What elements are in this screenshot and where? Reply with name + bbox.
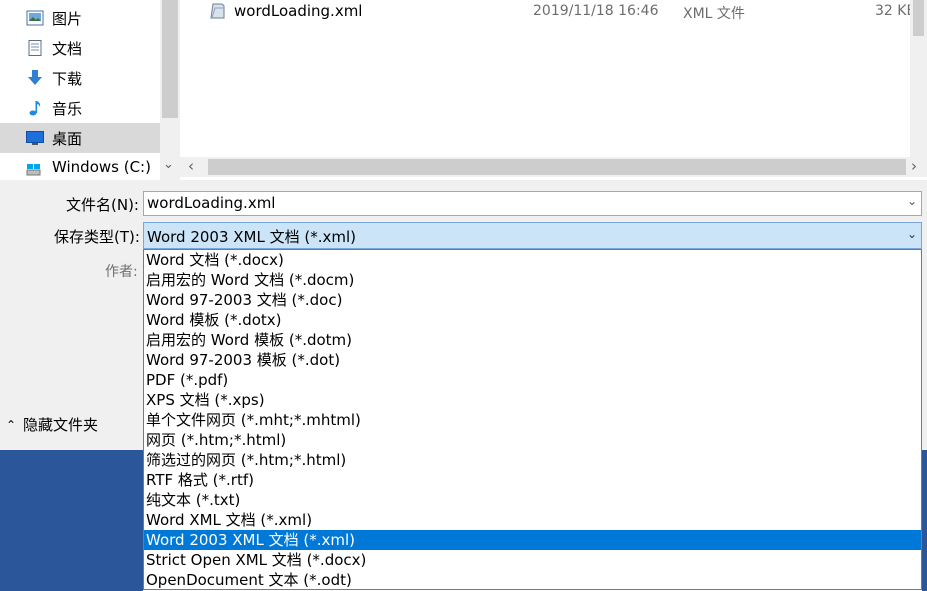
list-item[interactable]: RTF 格式 (*.rtf) (144, 470, 921, 490)
list-item[interactable]: 网页 (*.htm;*.html) (144, 430, 921, 450)
list-item[interactable]: Word 文档 (*.docx) (144, 250, 921, 270)
list-item-selected[interactable]: Word 2003 XML 文档 (*.xml) (144, 530, 921, 550)
sidebar-item-label: Windows (C:) (52, 158, 151, 176)
filetype-dropdown-list: Word 文档 (*.docx) 启用宏的 Word 文档 (*.docm) W… (143, 249, 922, 590)
list-item[interactable]: Word 97-2003 模板 (*.dot) (144, 350, 921, 370)
chevron-down-icon[interactable]: ⌄ (907, 194, 917, 208)
filetype-select[interactable]: Word 2003 XML 文档 (*.xml) ⌄ (143, 222, 922, 249)
scroll-right-icon[interactable]: › (911, 157, 917, 175)
list-item[interactable]: Word 模板 (*.dotx) (144, 310, 921, 330)
file-type: XML 文件 (683, 6, 745, 22)
list-item[interactable]: 筛选过的网页 (*.htm;*.html) (144, 450, 921, 470)
list-item[interactable]: XPS 文档 (*.xps) (144, 390, 921, 410)
sidebar-item-documents[interactable]: 文档 (0, 33, 160, 63)
chevron-down-icon[interactable]: ⌄ (907, 227, 917, 241)
file-list-scrollbar[interactable] (910, 0, 927, 157)
list-item[interactable]: 纯文本 (*.txt) (144, 490, 921, 510)
list-item[interactable]: PDF (*.pdf) (144, 370, 921, 390)
pictures-icon (26, 10, 44, 26)
file-date: 2019/11/18 16:46 (533, 3, 659, 19)
sidebar-item-label: 桌面 (52, 130, 83, 148)
list-item[interactable]: 单个文件网页 (*.mht;*.mhtml) (144, 410, 921, 430)
sidebar-item-desktop[interactable]: 桌面 (0, 123, 160, 153)
hide-folders-button[interactable]: ⌃ 隐藏文件夹 (3, 414, 98, 435)
horizontal-scrollbar[interactable]: ‹ › (180, 157, 927, 177)
filetype-label: 保存类型(T): (54, 228, 140, 246)
file-row[interactable]: wordLoading.xml 2019/11/18 16:46 XML 文件 … (180, 0, 927, 26)
filename-field[interactable]: wordLoading.xml ⌄ (143, 191, 922, 216)
author-label: 作者: (105, 264, 138, 280)
nav-scroll-thumb[interactable] (162, 0, 178, 118)
filetype-value: Word 2003 XML 文档 (*.xml) (147, 228, 357, 246)
sidebar-item-label: 音乐 (52, 100, 83, 118)
sidebar-item-label: 图片 (52, 10, 83, 28)
list-item[interactable]: 启用宏的 Word 模板 (*.dotm) (144, 330, 921, 350)
sidebar-item-label: 下载 (52, 70, 83, 88)
nav-scrollbar[interactable] (160, 0, 180, 180)
navigation-pane: 图片 文档 下载 音乐 桌面 Windows (C:) (0, 0, 160, 180)
sidebar-item-pictures[interactable]: 图片 (0, 3, 160, 33)
word-background-edge (922, 450, 927, 591)
file-list-scroll-thumb[interactable] (913, 0, 924, 36)
file-name: wordLoading.xml (234, 2, 363, 20)
horizontal-scroll-thumb[interactable] (208, 159, 906, 175)
scroll-left-icon[interactable]: ‹ (188, 157, 194, 175)
list-item[interactable]: Word XML 文档 (*.xml) (144, 510, 921, 530)
music-icon (26, 100, 44, 116)
chevron-up-icon: ⌃ (5, 417, 17, 432)
list-item[interactable]: OpenDocument 文本 (*.odt) (144, 570, 921, 590)
sidebar-item-label: 文档 (52, 40, 83, 58)
filename-value: wordLoading.xml (147, 194, 276, 212)
sidebar-item-drive-c[interactable]: Windows (C:) (0, 153, 160, 183)
list-item[interactable]: Word 97-2003 文档 (*.doc) (144, 290, 921, 310)
sidebar-item-music[interactable]: 音乐 (0, 93, 160, 123)
list-item[interactable]: Strict Open XML 文档 (*.docx) (144, 550, 921, 570)
hide-folders-label: 隐藏文件夹 (23, 416, 99, 434)
list-item[interactable]: 启用宏的 Word 文档 (*.docm) (144, 270, 921, 290)
documents-icon (26, 40, 44, 56)
chevron-down-icon[interactable]: ⌄ (163, 157, 174, 172)
word-background (0, 450, 143, 591)
filename-label: 文件名(N): (66, 196, 139, 214)
drive-icon (26, 160, 44, 176)
sidebar-item-downloads[interactable]: 下载 (0, 63, 160, 93)
download-icon (26, 70, 44, 86)
xml-file-icon (209, 3, 226, 19)
file-list: wordLoading.xml 2019/11/18 16:46 XML 文件 … (180, 0, 927, 157)
desktop-icon (26, 130, 44, 146)
